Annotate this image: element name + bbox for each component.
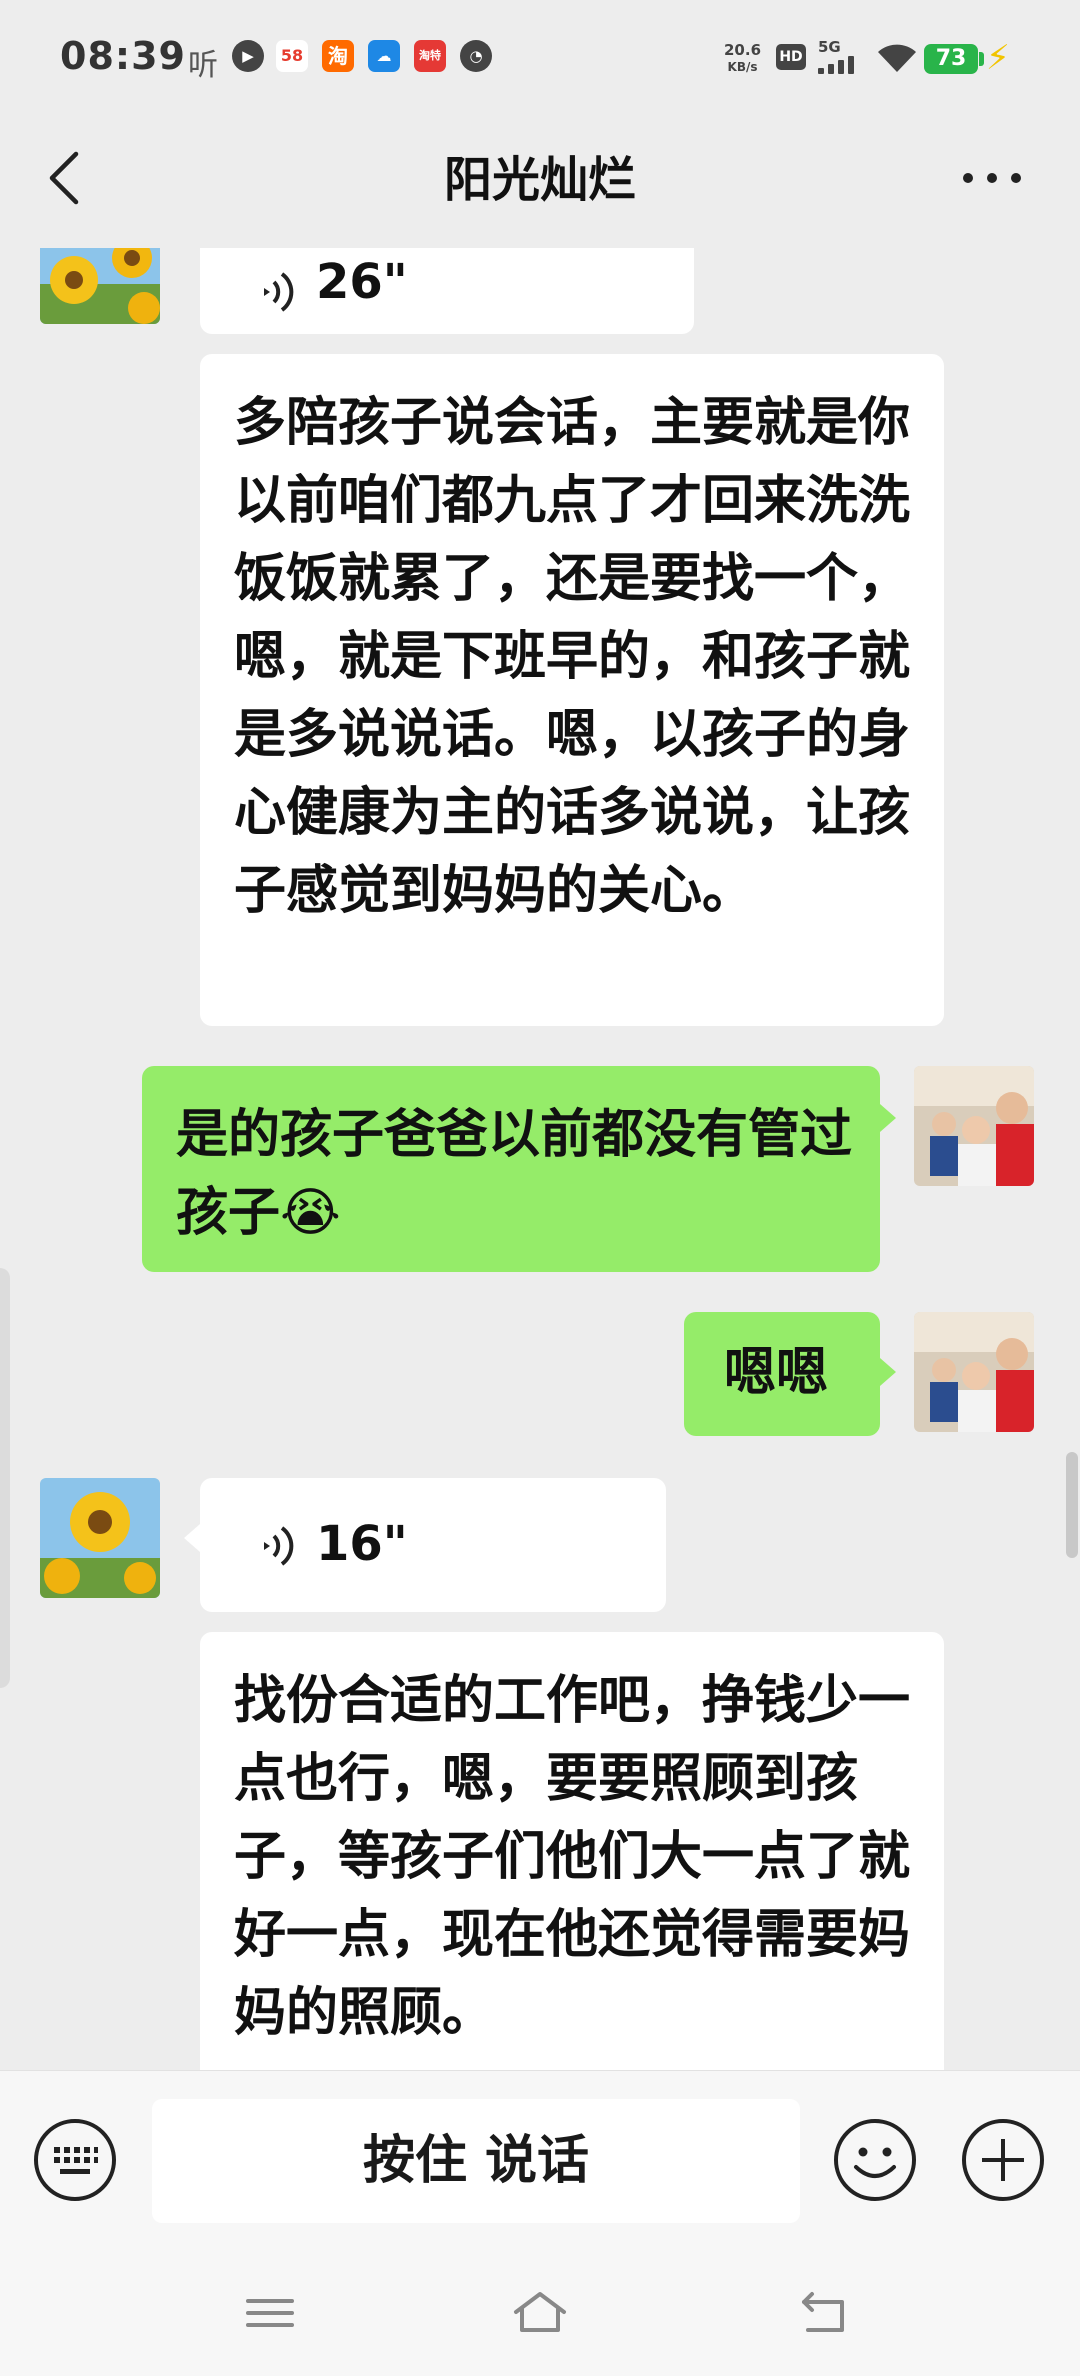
bubble-tail — [880, 1358, 896, 1386]
received-message[interactable]: 多陪孩子说会话，主要就是你以前咱们都九点了才回来洗洗饭饭就累了，还是要找一个，嗯… — [200, 354, 944, 1026]
system-navigation-bar — [0, 2250, 1080, 2376]
bubble-tail — [880, 1104, 896, 1132]
crying-emoji: 😭 — [280, 1183, 341, 1243]
app-58-icon: 58 — [276, 40, 308, 72]
more-icon[interactable] — [952, 146, 1032, 210]
keyboard-icon[interactable] — [32, 2117, 118, 2203]
voice-duration: 16" — [316, 1516, 408, 1572]
voice-wave-icon — [264, 272, 294, 312]
received-message[interactable]: 找份合适的工作吧，挣钱少一点也行，嗯，要要照顾到孩子，等孩子们他们大一点了就好一… — [200, 1632, 944, 2070]
return-icon[interactable] — [794, 2286, 854, 2340]
menu-icon[interactable] — [240, 2286, 300, 2340]
scroll-handle[interactable] — [1066, 1452, 1078, 1558]
battery-icon: 73 — [924, 44, 978, 74]
compass-app-icon: ◔ — [460, 40, 492, 72]
charging-icon: ⚡ — [986, 38, 1010, 78]
voice-wave-icon — [264, 1526, 294, 1566]
message-text-content: 是的孩子爸爸以前都没有管过孩子 — [176, 1105, 853, 1243]
status-bar: 08:39 听 ▶ 58 淘 ☁ 淘特 ◔ 20.6 KB/s HD 5G 73… — [0, 0, 1080, 116]
voice-message[interactable]: 16" — [200, 1478, 666, 1612]
sent-message[interactable]: 是的孩子爸爸以前都没有管过孩子😭 — [142, 1066, 880, 1272]
message-text: 多陪孩子说会话，主要就是你以前咱们都九点了才回来洗洗饭饭就累了，还是要找一个，嗯… — [234, 393, 911, 921]
hold-to-talk-button[interactable]: 按住 说话 — [152, 2099, 800, 2223]
my-avatar[interactable] — [914, 1066, 1034, 1186]
contact-avatar[interactable] — [40, 1478, 160, 1598]
taobao-icon: 淘 — [322, 40, 354, 72]
network-speed-unit: KB/s — [727, 60, 758, 74]
wifi-icon — [878, 44, 916, 72]
home-icon[interactable] — [510, 2286, 570, 2340]
network-speed-value: 20.6 — [724, 41, 762, 59]
page-title: 阳光灿烂 — [443, 152, 636, 208]
voice-message[interactable]: 26" — [200, 248, 694, 334]
ting-app-icon: 听 — [188, 48, 218, 83]
signal-icon — [818, 54, 864, 74]
hd-icon: HD — [776, 44, 806, 70]
play-app-icon: ▶ — [232, 40, 264, 72]
message-text: 是的孩子爸爸以前都没有管过孩子😭 — [176, 1096, 852, 1252]
edge-handle[interactable] — [0, 1268, 10, 1688]
contact-avatar[interactable] — [40, 248, 160, 324]
bubble-tail — [184, 1524, 200, 1552]
message-list[interactable]: 26" 多陪孩子说会话，主要就是你以前咱们都九点了才回来洗洗饭饭就累了，还是要找… — [0, 248, 1080, 2070]
network-speed: 20.6 KB/s — [724, 42, 761, 76]
sent-message[interactable]: 嗯嗯 — [684, 1312, 880, 1436]
battery-tip — [979, 52, 984, 66]
plus-icon[interactable] — [960, 2117, 1046, 2203]
message-text: 找份合适的工作吧，挣钱少一点也行，嗯，要要照顾到孩子，等孩子们他们大一点了就好一… — [234, 1671, 911, 2043]
my-avatar[interactable] — [914, 1312, 1034, 1432]
status-time: 08:39 — [60, 34, 186, 78]
chat-header: 阳光灿烂 — [0, 116, 1080, 248]
taote-icon: 淘特 — [414, 40, 446, 72]
message-text: 嗯嗯 — [724, 1343, 829, 1403]
input-bar: 按住 说话 — [0, 2070, 1080, 2251]
voice-duration: 26" — [316, 254, 408, 310]
emoji-icon[interactable] — [832, 2117, 918, 2203]
cloud-app-icon: ☁ — [368, 40, 400, 72]
